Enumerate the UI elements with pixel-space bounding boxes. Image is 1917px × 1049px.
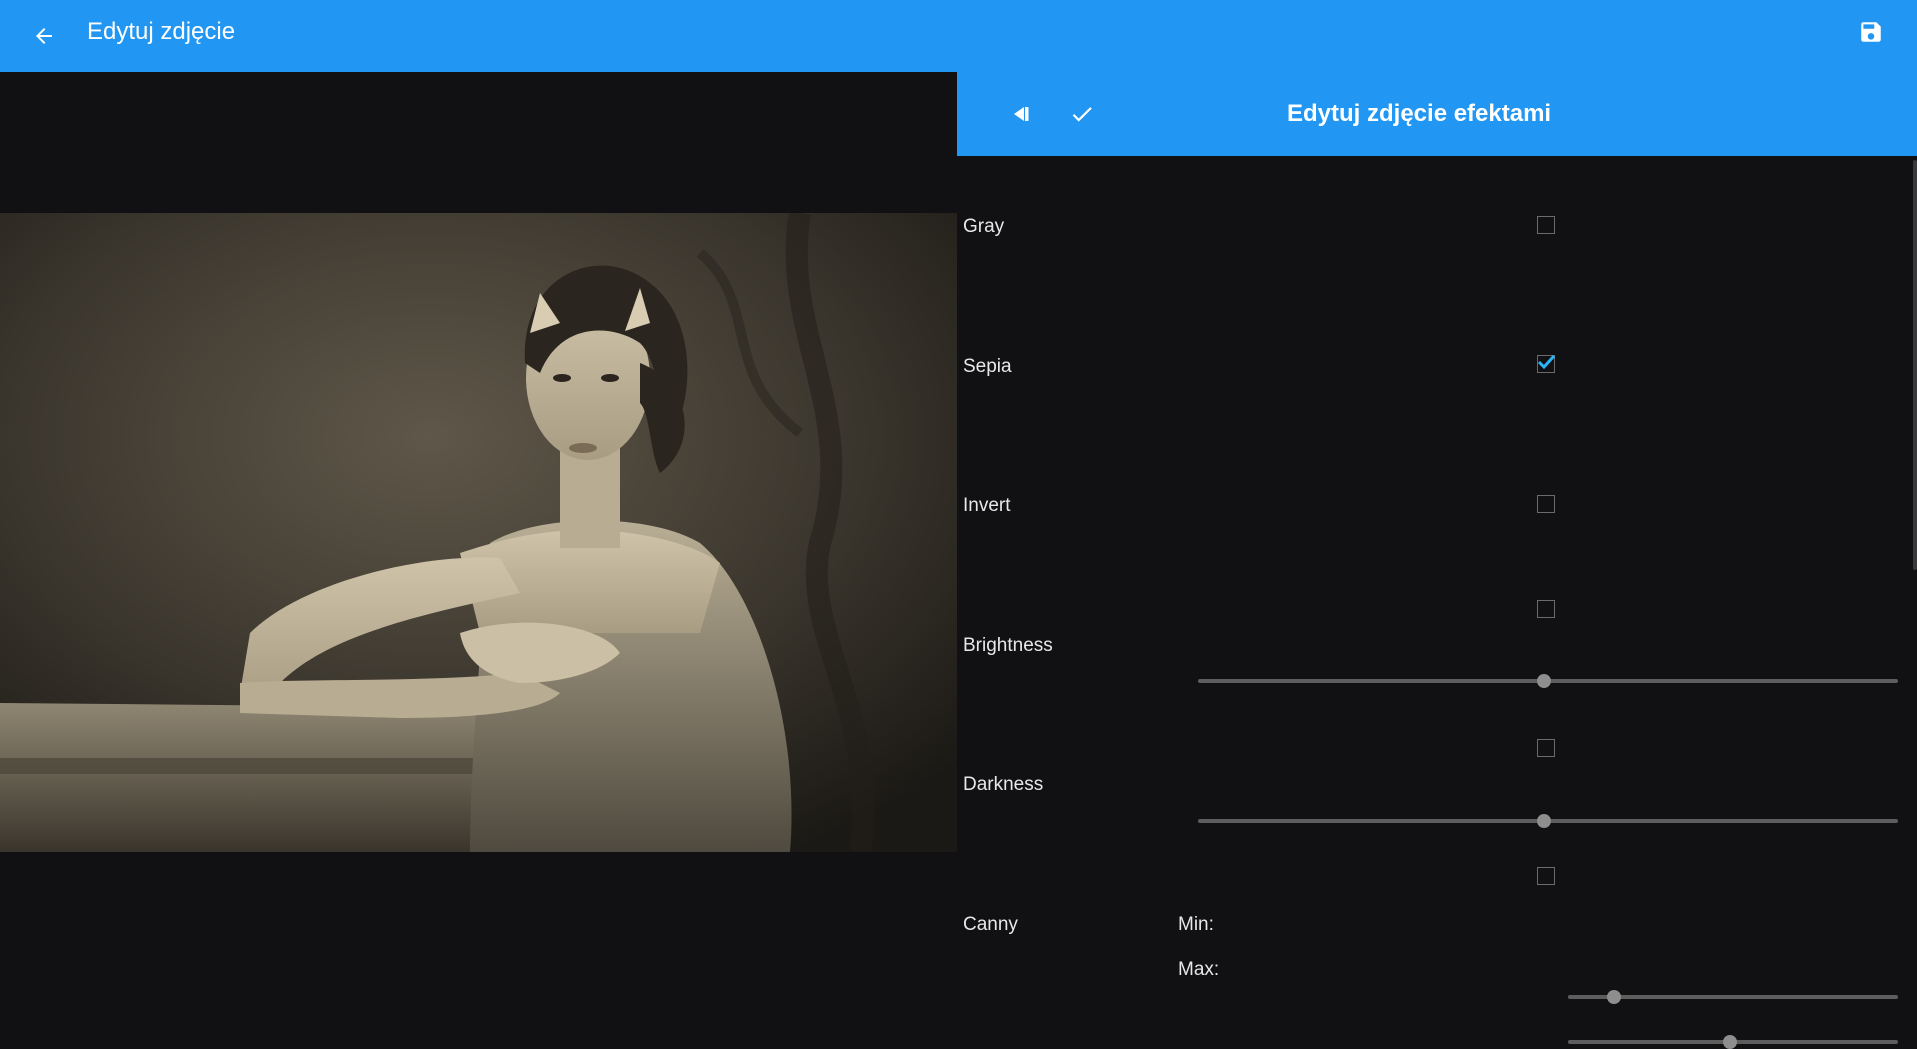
effects-panel-header: Edytuj zdjęcie efektami — [957, 72, 1917, 156]
collapse-panel-icon — [1014, 107, 1029, 121]
canny-min-slider[interactable] — [1568, 990, 1898, 1004]
collapse-panel-button[interactable] — [1001, 94, 1041, 134]
canny-max-slider[interactable] — [1568, 1035, 1898, 1049]
effects-scrollbar[interactable] — [1913, 160, 1917, 570]
effect-label-sepia: Sepia — [963, 356, 1012, 377]
effect-label-invert: Invert — [963, 495, 1011, 516]
back-button[interactable] — [24, 16, 64, 56]
canny-min-slider-thumb[interactable] — [1607, 990, 1621, 1004]
effects-panel-title: Edytuj zdjęcie efektami — [1287, 100, 1552, 127]
canny-checkbox[interactable] — [1537, 867, 1555, 885]
effect-label-darkness: Darkness — [963, 774, 1044, 795]
checkmark-icon — [1537, 354, 1555, 370]
image-preview-area — [0, 72, 957, 978]
effect-label-brightness: Brightness — [963, 635, 1053, 656]
save-button[interactable] — [1851, 12, 1891, 52]
brightness-checkbox[interactable] — [1537, 600, 1555, 618]
check-icon — [1072, 107, 1092, 122]
canny-max-slider-thumb[interactable] — [1723, 1035, 1737, 1049]
darkness-slider[interactable] — [1198, 814, 1898, 828]
canny-min-label: Min: — [1178, 914, 1214, 935]
effect-label-gray: Gray — [963, 216, 1005, 237]
floppy-save-icon — [1861, 22, 1881, 42]
darkness-checkbox[interactable] — [1537, 739, 1555, 757]
effect-label-canny: Canny — [963, 914, 1018, 935]
darkness-slider-thumb[interactable] — [1537, 814, 1551, 828]
edited-photo — [0, 213, 957, 852]
effects-panel: Edytuj zdjęcie efektami Gray Sepia Inver… — [957, 72, 1917, 1049]
invert-checkbox[interactable] — [1537, 495, 1555, 513]
brightness-slider-thumb[interactable] — [1537, 674, 1551, 688]
gray-checkbox[interactable] — [1537, 216, 1555, 234]
sepia-checkbox[interactable] — [1537, 354, 1555, 373]
app-bar: Edytuj zdjęcie — [0, 0, 1917, 72]
brightness-slider[interactable] — [1198, 674, 1898, 688]
page-title: Edytuj zdjęcie — [87, 18, 236, 45]
apply-button[interactable] — [1062, 94, 1102, 134]
arrow-left-icon — [36, 28, 52, 44]
